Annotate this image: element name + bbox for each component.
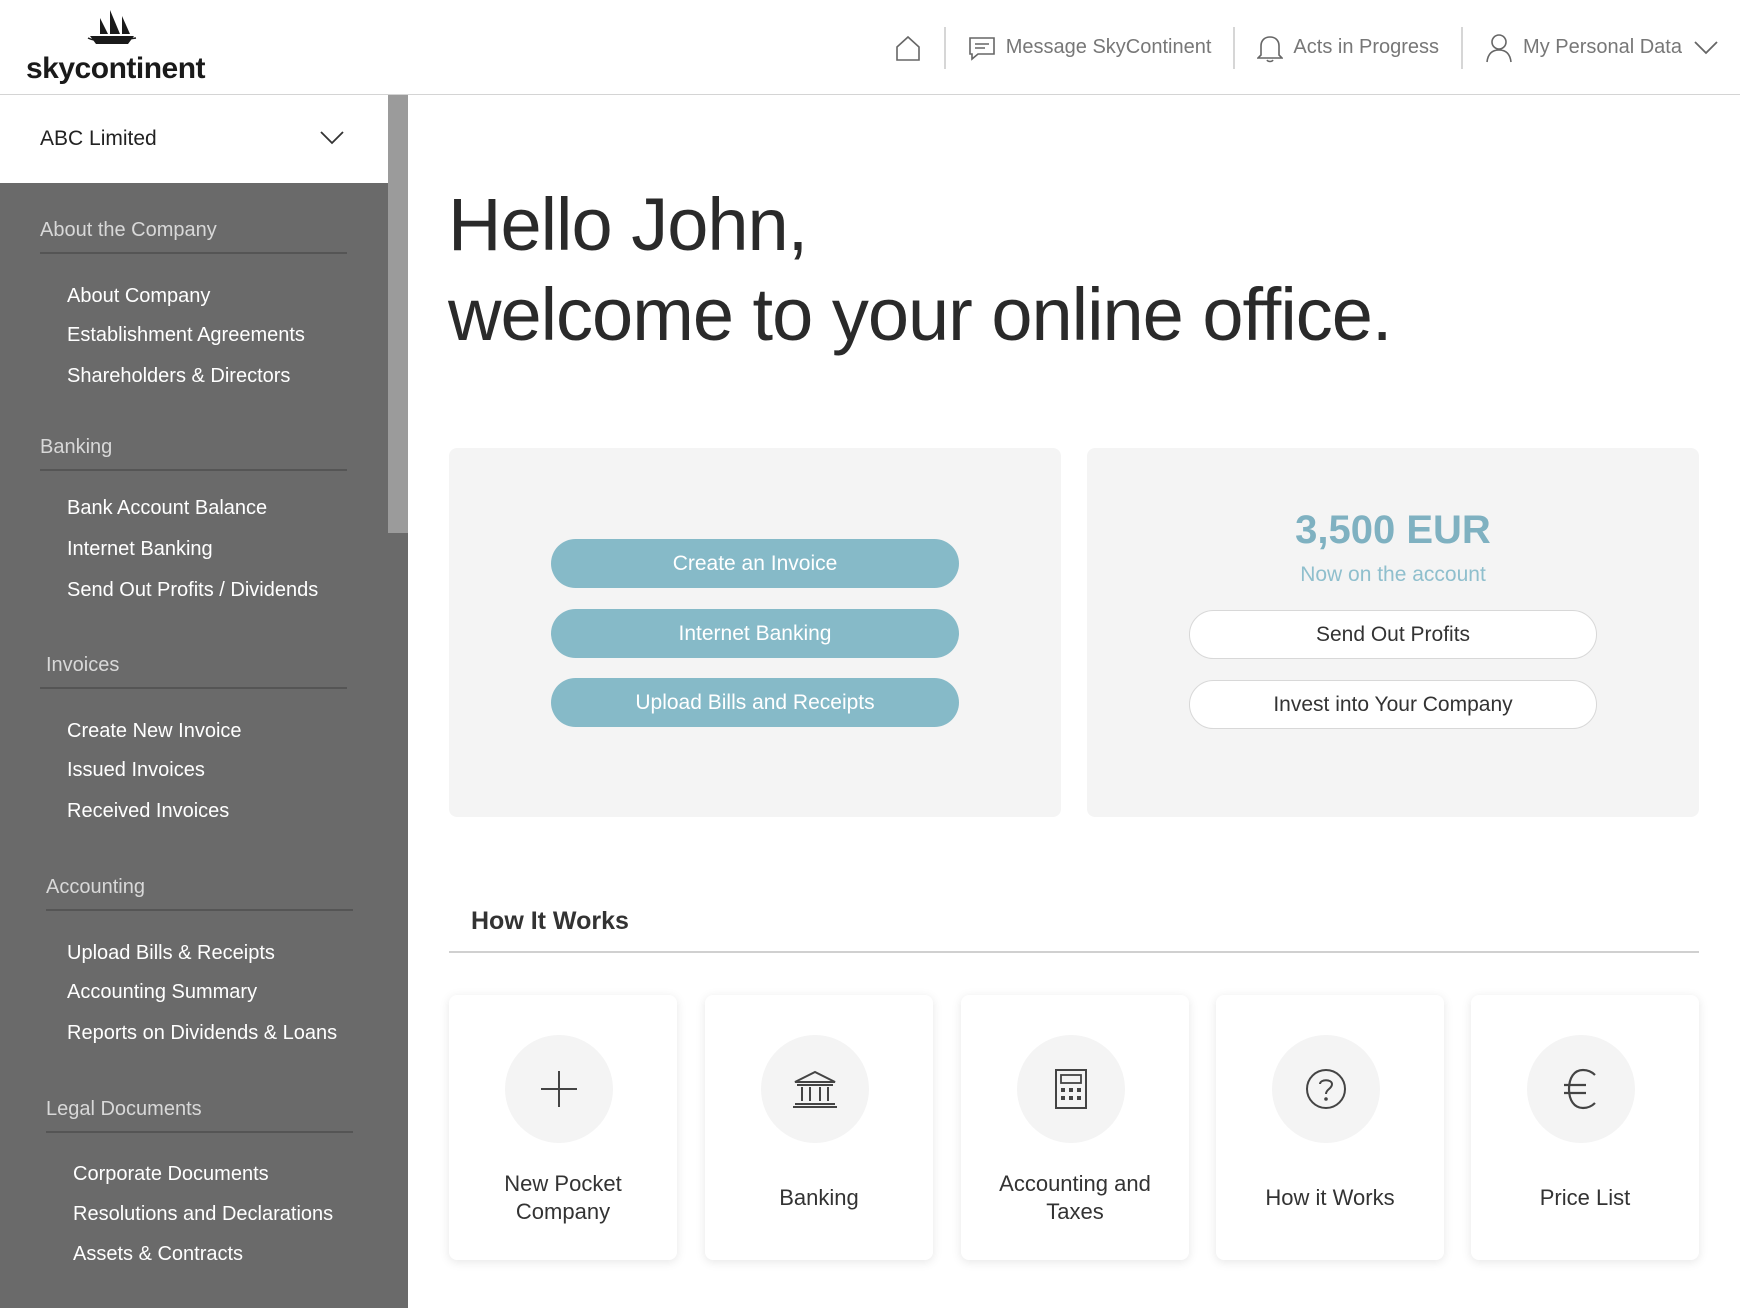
card-label: Accounting and Taxes: [999, 1171, 1151, 1224]
bank-icon: [793, 1070, 837, 1108]
upload-bills-button[interactable]: Upload Bills and Receipts: [551, 678, 959, 727]
sidebar-item-bank-account-balance[interactable]: Bank Account Balance: [67, 497, 267, 520]
bell-icon: [1257, 35, 1284, 62]
home-icon: [895, 35, 920, 61]
sidebar-scrollbar-thumb[interactable]: [388, 95, 408, 533]
card-price-list[interactable]: Price List: [1471, 995, 1699, 1260]
card-icon-circle: [505, 1035, 613, 1143]
plus-icon: [541, 1071, 577, 1107]
card-label: How it Works: [1265, 1185, 1395, 1210]
internet-banking-button[interactable]: Internet Banking: [551, 609, 959, 658]
greeting-line-1: Hello John,: [448, 183, 808, 266]
card-icon-circle: [1527, 1035, 1635, 1143]
card-how-it-works[interactable]: How it Works: [1216, 995, 1444, 1260]
card-label: New Pocket Company: [504, 1171, 622, 1224]
sidebar-item-about-company[interactable]: About Company: [67, 285, 210, 308]
sidebar-divider: [46, 1131, 353, 1133]
message-label: Message SkyContinent: [1005, 36, 1212, 58]
sidebar-item-accounting-summary[interactable]: Accounting Summary: [67, 981, 257, 1004]
card-icon-circle: [1017, 1035, 1125, 1143]
sidebar-heading: Invoices: [46, 654, 120, 676]
acts-label: Acts in Progress: [1293, 36, 1440, 58]
acts-button[interactable]: Acts in Progress: [1235, 0, 1461, 95]
how-it-works-heading: How It Works: [471, 907, 629, 935]
top-bar: skycontinent Message SkyContinent Acts i…: [0, 0, 1740, 95]
welcome-heading: Hello John, welcome to your online offic…: [448, 180, 1392, 360]
user-icon: [1486, 33, 1512, 62]
personal-data-label: My Personal Data: [1523, 36, 1682, 58]
card-accounting-taxes[interactable]: Accounting and Taxes: [961, 995, 1189, 1260]
sidebar-divider: [40, 469, 347, 471]
company-name: ABC Limited: [40, 127, 157, 150]
account-balance-panel: 3,500 EUR Now on the account Send Out Pr…: [1087, 448, 1699, 817]
card-label: Banking: [779, 1185, 859, 1210]
sidebar-divider: [40, 252, 347, 254]
create-invoice-button[interactable]: Create an Invoice: [551, 539, 959, 588]
message-button[interactable]: Message SkyContinent: [946, 0, 1234, 95]
chevron-down-icon: [320, 131, 344, 145]
card-icon-circle: [761, 1035, 869, 1143]
quick-actions-panel: Create an Invoice Internet Banking Uploa…: [449, 448, 1061, 817]
main-content: Hello John, welcome to your online offic…: [408, 95, 1740, 1308]
sidebar-item-shareholders-directors[interactable]: Shareholders & Directors: [67, 365, 290, 388]
section-divider: [449, 951, 1699, 953]
sidebar-item-create-new-invoice[interactable]: Create New Invoice: [67, 720, 242, 743]
card-banking[interactable]: Banking: [705, 995, 933, 1260]
sidebar-item-issued-invoices[interactable]: Issued Invoices: [67, 759, 205, 782]
sidebar-item-resolutions[interactable]: Resolutions and Declarations: [73, 1203, 333, 1226]
send-profits-button[interactable]: Send Out Profits: [1189, 610, 1597, 659]
sidebar-item-received-invoices[interactable]: Received Invoices: [67, 800, 229, 823]
personal-data-menu[interactable]: My Personal Data: [1463, 0, 1740, 95]
sidebar-item-establishment-agreements[interactable]: Establishment Agreements: [67, 324, 305, 347]
account-balance: 3,500 EUR: [1295, 508, 1491, 552]
calculator-icon: [1055, 1069, 1087, 1109]
sidebar-item-dividend-reports[interactable]: Reports on Dividends & Loans: [67, 1022, 337, 1045]
company-selector[interactable]: ABC Limited: [0, 95, 388, 183]
sidebar-item-send-out-profits[interactable]: Send Out Profits / Dividends: [67, 579, 318, 602]
sidebar-heading: Legal Documents: [46, 1098, 202, 1120]
card-label: Price List: [1539, 1185, 1631, 1210]
card-new-pocket-company[interactable]: New Pocket Company: [449, 995, 677, 1260]
greeting-line-2: welcome to your online office.: [448, 273, 1392, 356]
ship-logo-icon: [87, 10, 137, 44]
euro-icon: [1564, 1068, 1596, 1110]
message-icon: [968, 36, 995, 61]
sidebar-divider: [46, 909, 353, 911]
sidebar: ABC Limited About the Company About Comp…: [0, 95, 408, 1308]
logo[interactable]: skycontinent: [26, 8, 206, 86]
sidebar-item-upload-bills[interactable]: Upload Bills & Receipts: [67, 942, 275, 965]
top-nav: Message SkyContinent Acts in Progress My…: [872, 0, 1740, 95]
sidebar-heading: About the Company: [40, 219, 217, 241]
sidebar-item-corporate-documents[interactable]: Corporate Documents: [73, 1163, 269, 1186]
chevron-down-icon: [1694, 40, 1718, 54]
sidebar-item-assets-contracts[interactable]: Assets & Contracts: [73, 1243, 243, 1266]
invest-button[interactable]: Invest into Your Company: [1189, 680, 1597, 729]
card-icon-circle: [1272, 1035, 1380, 1143]
home-button[interactable]: [872, 0, 944, 95]
question-icon: [1306, 1069, 1346, 1109]
balance-caption: Now on the account: [1300, 563, 1486, 586]
sidebar-heading: Banking: [40, 436, 113, 458]
sidebar-divider: [40, 687, 347, 689]
sidebar-heading: Accounting: [46, 876, 145, 898]
brand-wordmark: skycontinent: [26, 52, 206, 85]
sidebar-item-internet-banking[interactable]: Internet Banking: [67, 538, 213, 561]
